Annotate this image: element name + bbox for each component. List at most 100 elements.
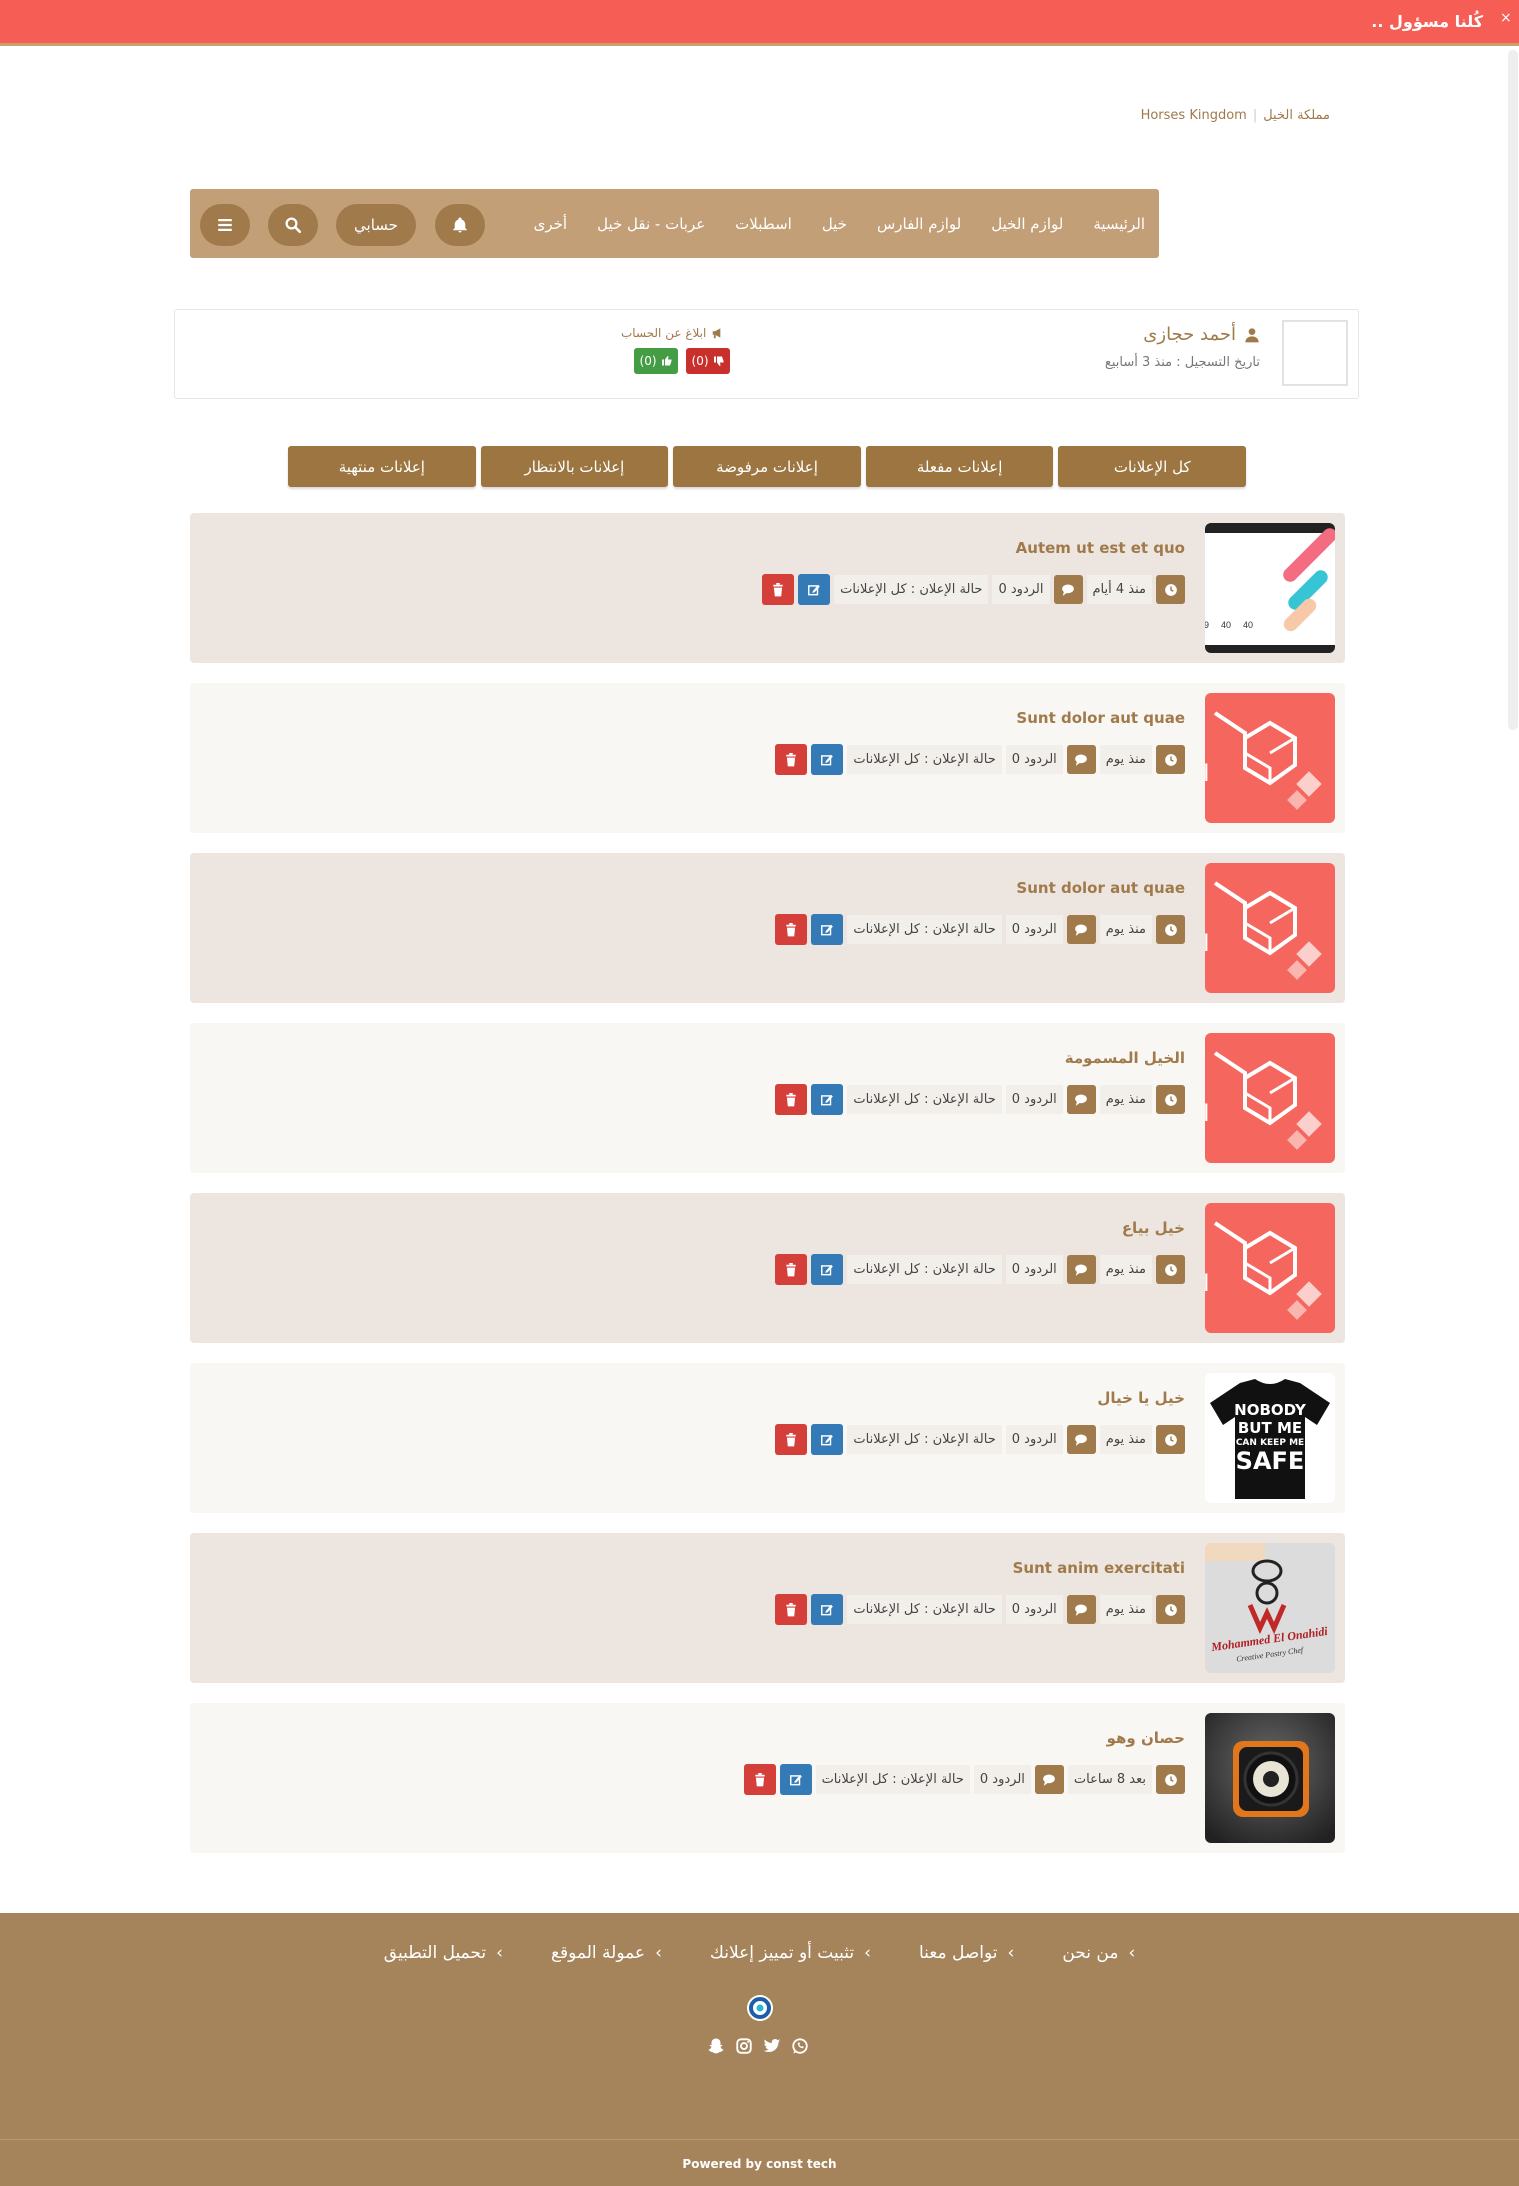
nav-link-other[interactable]: أخرى xyxy=(534,215,567,233)
chevron-left-icon: › xyxy=(496,1943,503,1963)
ad-card: laravel الخيل المسمومة منذ يوم الردود 0حالة… xyxy=(190,1023,1345,1173)
breadcrumb-home[interactable]: مملكة الخيل xyxy=(1263,108,1330,123)
snapchat-icon[interactable] xyxy=(706,2036,726,2056)
nav-links: الرئيسية لوازم الخيل لوازم الفارس خيل اس… xyxy=(534,189,1145,258)
delete-ad-button[interactable] xyxy=(775,914,808,945)
report-account-link[interactable]: ابلاغ عن الحساب xyxy=(621,326,725,340)
ad-title[interactable]: Sunt dolor aut quae xyxy=(1016,709,1185,727)
breadcrumb-separator: | xyxy=(1252,108,1258,123)
ad-thumbnail[interactable]: laravel xyxy=(1205,693,1335,823)
ad-thumbnail[interactable] xyxy=(1205,1713,1335,1843)
footer-link-download-app-label: تحميل التطبيق xyxy=(383,1943,487,1963)
delete-ad-button[interactable] xyxy=(743,1764,776,1795)
ad-thumbnail[interactable]: Mohammed El Onahidi Creative Pastry Chef xyxy=(1205,1543,1335,1673)
menu-button[interactable] xyxy=(200,204,250,246)
ad-replies: الردود 0 xyxy=(1005,1595,1063,1624)
delete-ad-button[interactable] xyxy=(775,1424,808,1455)
ad-title[interactable]: Sunt anim exercitati xyxy=(1013,1559,1185,1577)
profile-name: أحمد حجازى xyxy=(1143,324,1260,345)
chevron-left-icon: › xyxy=(655,1943,662,1963)
ad-title[interactable]: الخيل المسمومة xyxy=(1065,1049,1185,1067)
user-icon xyxy=(1245,327,1259,342)
footer-link-feature-ad[interactable]: › تثبيت أو تمييز إعلانك xyxy=(710,1943,871,1963)
bell-icon xyxy=(453,217,467,233)
ad-status: حالة الإعلان : كل الإعلانات xyxy=(847,1595,1002,1624)
nav-link-stables[interactable]: اسطبلات xyxy=(735,215,792,233)
delete-ad-button[interactable] xyxy=(775,1084,808,1115)
comment-icon xyxy=(1066,1595,1096,1624)
close-icon[interactable]: × xyxy=(1500,10,1512,26)
trash-icon xyxy=(754,1772,765,1786)
breadcrumb-site[interactable]: Horses Kingdom xyxy=(1141,108,1247,123)
delete-ad-button[interactable] xyxy=(762,574,795,605)
footer-links: › من نحن › تواصل معنا › تثبيت أو تمييز إعلا… xyxy=(0,1943,1519,1963)
edit-ad-button[interactable] xyxy=(811,1254,844,1285)
tab-all-ads[interactable]: كل الإعلانات xyxy=(1058,446,1246,487)
account-button[interactable]: حسابي xyxy=(336,204,416,246)
like-button[interactable]: (0) xyxy=(634,348,678,374)
edit-ad-button[interactable] xyxy=(811,744,844,775)
ad-title[interactable]: خيل بياع xyxy=(1122,1219,1185,1237)
ad-card: حصان وهو بعد 8 ساعات الردود 0 حالة الإعلان … xyxy=(190,1703,1345,1853)
ad-replies: الردود 0 xyxy=(973,1765,1031,1794)
edit-ad-button[interactable] xyxy=(811,1424,844,1455)
nav-link-carts[interactable]: عربات - نقل خيل xyxy=(597,215,705,233)
instagram-icon[interactable] xyxy=(734,2036,754,2056)
trash-icon xyxy=(773,582,783,596)
edit-icon xyxy=(808,584,820,595)
report-account-text: ابلاغ عن الحساب xyxy=(621,326,707,340)
svg-text:SAFE: SAFE xyxy=(1236,1447,1305,1475)
ad-meta: منذ 4 أيام الردود 0 حالة الإعلان : كل الإع… xyxy=(762,574,1185,605)
tab-pending-ads[interactable]: إعلانات بالانتظار xyxy=(480,446,669,487)
footer-link-download-app[interactable]: › تحميل التطبيق xyxy=(384,1943,503,1963)
tab-active-ads[interactable]: إعلانات مفعلة xyxy=(865,446,1054,487)
edit-ad-button[interactable] xyxy=(779,1764,812,1795)
tab-rejected-ads[interactable]: إعلانات مرفوضة xyxy=(673,446,861,487)
nav-link-rider-supplies[interactable]: لوازم الفارس xyxy=(877,215,961,233)
whatsapp-icon[interactable] xyxy=(790,2036,810,2056)
footer: › من نحن › تواصل معنا › تثبيت أو تمييز إعلا… xyxy=(0,1913,1519,2186)
svg-text:19: 19 xyxy=(1205,620,1209,630)
nav-link-horses[interactable]: خيل xyxy=(822,215,847,233)
scrollbar[interactable] xyxy=(1508,50,1518,730)
dislike-button[interactable]: (0) xyxy=(686,348,730,374)
ad-replies: الردود 0 xyxy=(1005,1255,1063,1284)
alert-bar: كُلنا مسؤول .. × xyxy=(0,0,1519,46)
ad-thumbnail[interactable]: laravel xyxy=(1205,1033,1335,1163)
ad-thumbnail[interactable]: NOBODY BUT ME CAN KEEP ME SAFE xyxy=(1205,1373,1335,1503)
ad-status: حالة الإعلان : كل الإعلانات xyxy=(847,1085,1002,1114)
ad-meta: منذ يوم الردود 0 حالة الإعلان : كل الإعلان… xyxy=(775,914,1185,945)
footer-divider xyxy=(0,2139,1519,2140)
delete-ad-button[interactable] xyxy=(775,1254,808,1285)
edit-ad-button[interactable] xyxy=(811,914,844,945)
ad-status: حالة الإعلان : كل الإعلانات xyxy=(834,575,989,604)
delete-ad-button[interactable] xyxy=(775,1594,808,1625)
ad-title[interactable]: Autem ut est et quo xyxy=(1016,539,1185,557)
nav-link-horse-supplies[interactable]: لوازم الخيل xyxy=(991,215,1063,233)
footer-link-commission[interactable]: › عمولة الموقع xyxy=(551,1943,662,1963)
footer-link-about[interactable]: › من نحن xyxy=(1062,1943,1135,1963)
twitter-icon[interactable] xyxy=(762,2036,782,2056)
edit-ad-button[interactable] xyxy=(798,574,831,605)
ad-title[interactable]: Sunt dolor aut quae xyxy=(1016,879,1185,897)
search-button[interactable] xyxy=(268,204,318,246)
edit-ad-button[interactable] xyxy=(811,1594,844,1625)
nav-link-home[interactable]: الرئيسية xyxy=(1093,215,1145,233)
footer-link-contact[interactable]: › تواصل معنا xyxy=(919,1943,1014,1963)
footer-link-feature-ad-label: تثبيت أو تمييز إعلانك xyxy=(709,1943,855,1963)
hamburger-icon xyxy=(218,219,232,231)
ad-thumbnail[interactable]: laravel xyxy=(1205,863,1335,993)
clock-icon xyxy=(1156,745,1185,774)
avatar xyxy=(1282,320,1348,386)
delete-ad-button[interactable] xyxy=(775,744,808,775)
notifications-button[interactable] xyxy=(435,204,485,246)
ad-title[interactable]: حصان وهو xyxy=(1107,1729,1185,1747)
tab-expired-ads[interactable]: إعلانات منتهية xyxy=(288,446,476,487)
thumbs-down-icon xyxy=(713,356,724,366)
ad-title[interactable]: خيل يا خيال xyxy=(1097,1389,1185,1407)
edit-icon xyxy=(789,1774,802,1785)
ad-thumbnail[interactable]: laravel xyxy=(1205,1203,1335,1333)
trash-icon xyxy=(786,752,797,766)
edit-ad-button[interactable] xyxy=(811,1084,844,1115)
ad-thumbnail[interactable]: mKhanference194040 xyxy=(1205,523,1335,653)
